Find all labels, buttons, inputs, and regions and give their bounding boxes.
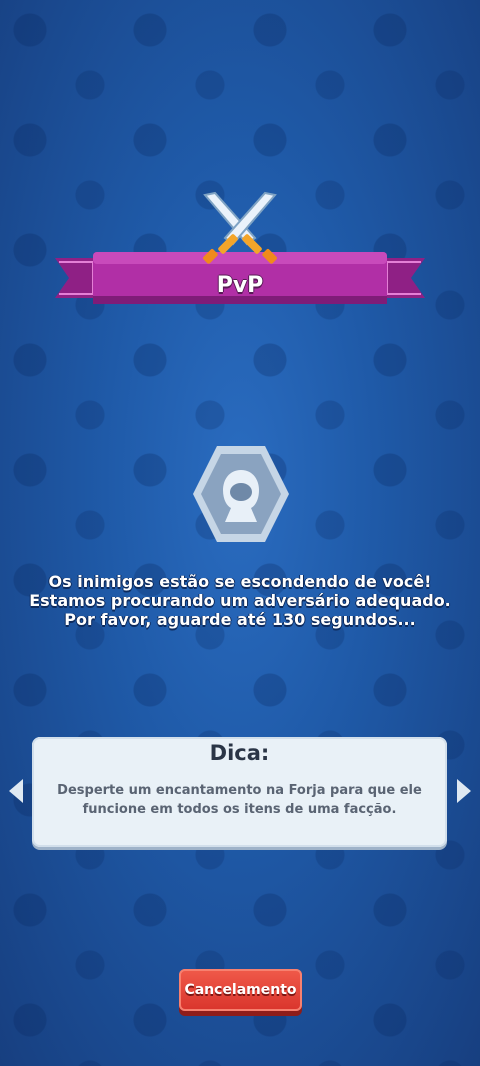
- message-line: Por favor, aguarde até 130 segundos...: [64, 610, 416, 629]
- matchmaking-message: Os inimigos estão se escondendo de você!…: [20, 572, 460, 629]
- tip-card: Dica: Desperte um encantamento na Forja …: [32, 737, 447, 847]
- cancel-button[interactable]: Cancelamento: [179, 969, 302, 1011]
- tip-line: Desperte um encantamento na Forja para q…: [57, 783, 422, 798]
- pvp-title-banner: PvP: [0, 190, 480, 320]
- arrow-right-icon[interactable]: [457, 779, 471, 803]
- tip-body: Desperte um encantamento na Forja para q…: [42, 781, 437, 819]
- crossed-swords-icon: [203, 191, 277, 264]
- arrow-left-icon[interactable]: [9, 779, 23, 803]
- hooded-figure-icon: [193, 446, 289, 542]
- page-title: PvP: [216, 273, 264, 298]
- message-line: Estamos procurando um adversário adequad…: [29, 591, 451, 610]
- tip-line: funcione em todos os itens de uma facção…: [82, 802, 397, 817]
- tip-title: Dica:: [209, 741, 270, 765]
- message-line: Os inimigos estão se escondendo de você!: [48, 572, 432, 591]
